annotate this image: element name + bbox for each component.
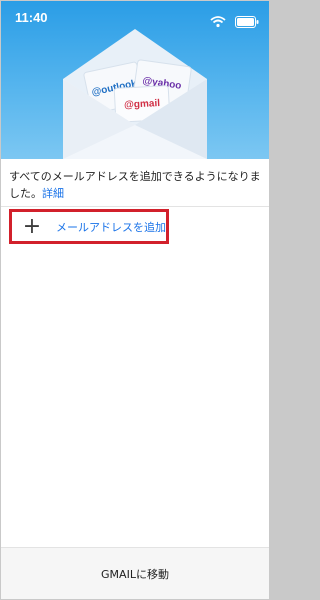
- go-to-gmail-label: GMAILに移動: [101, 567, 169, 581]
- details-link[interactable]: 詳細: [42, 187, 64, 200]
- app-screen: @outlook @yahoo @gmail 11:40 すべてのメールアドレス…: [1, 1, 269, 599]
- battery-icon: [235, 15, 259, 28]
- description: すべてのメールアドレスを追加できるようになりました。詳細: [9, 168, 263, 202]
- status-bar: 11:40: [1, 1, 269, 35]
- status-icons: [210, 11, 259, 30]
- status-time: 11:40: [15, 10, 48, 25]
- add-email-button[interactable]: + メールアドレスを追加: [9, 209, 169, 244]
- hero-banner: @outlook @yahoo @gmail 11:40: [1, 1, 269, 159]
- go-to-gmail-button[interactable]: GMAILに移動: [1, 548, 269, 599]
- plus-icon: +: [22, 214, 42, 239]
- divider: [1, 206, 269, 207]
- wifi-icon: [210, 15, 226, 27]
- card-gmail-label: @gmail: [124, 98, 161, 111]
- add-email-label: メールアドレスを追加: [56, 220, 166, 234]
